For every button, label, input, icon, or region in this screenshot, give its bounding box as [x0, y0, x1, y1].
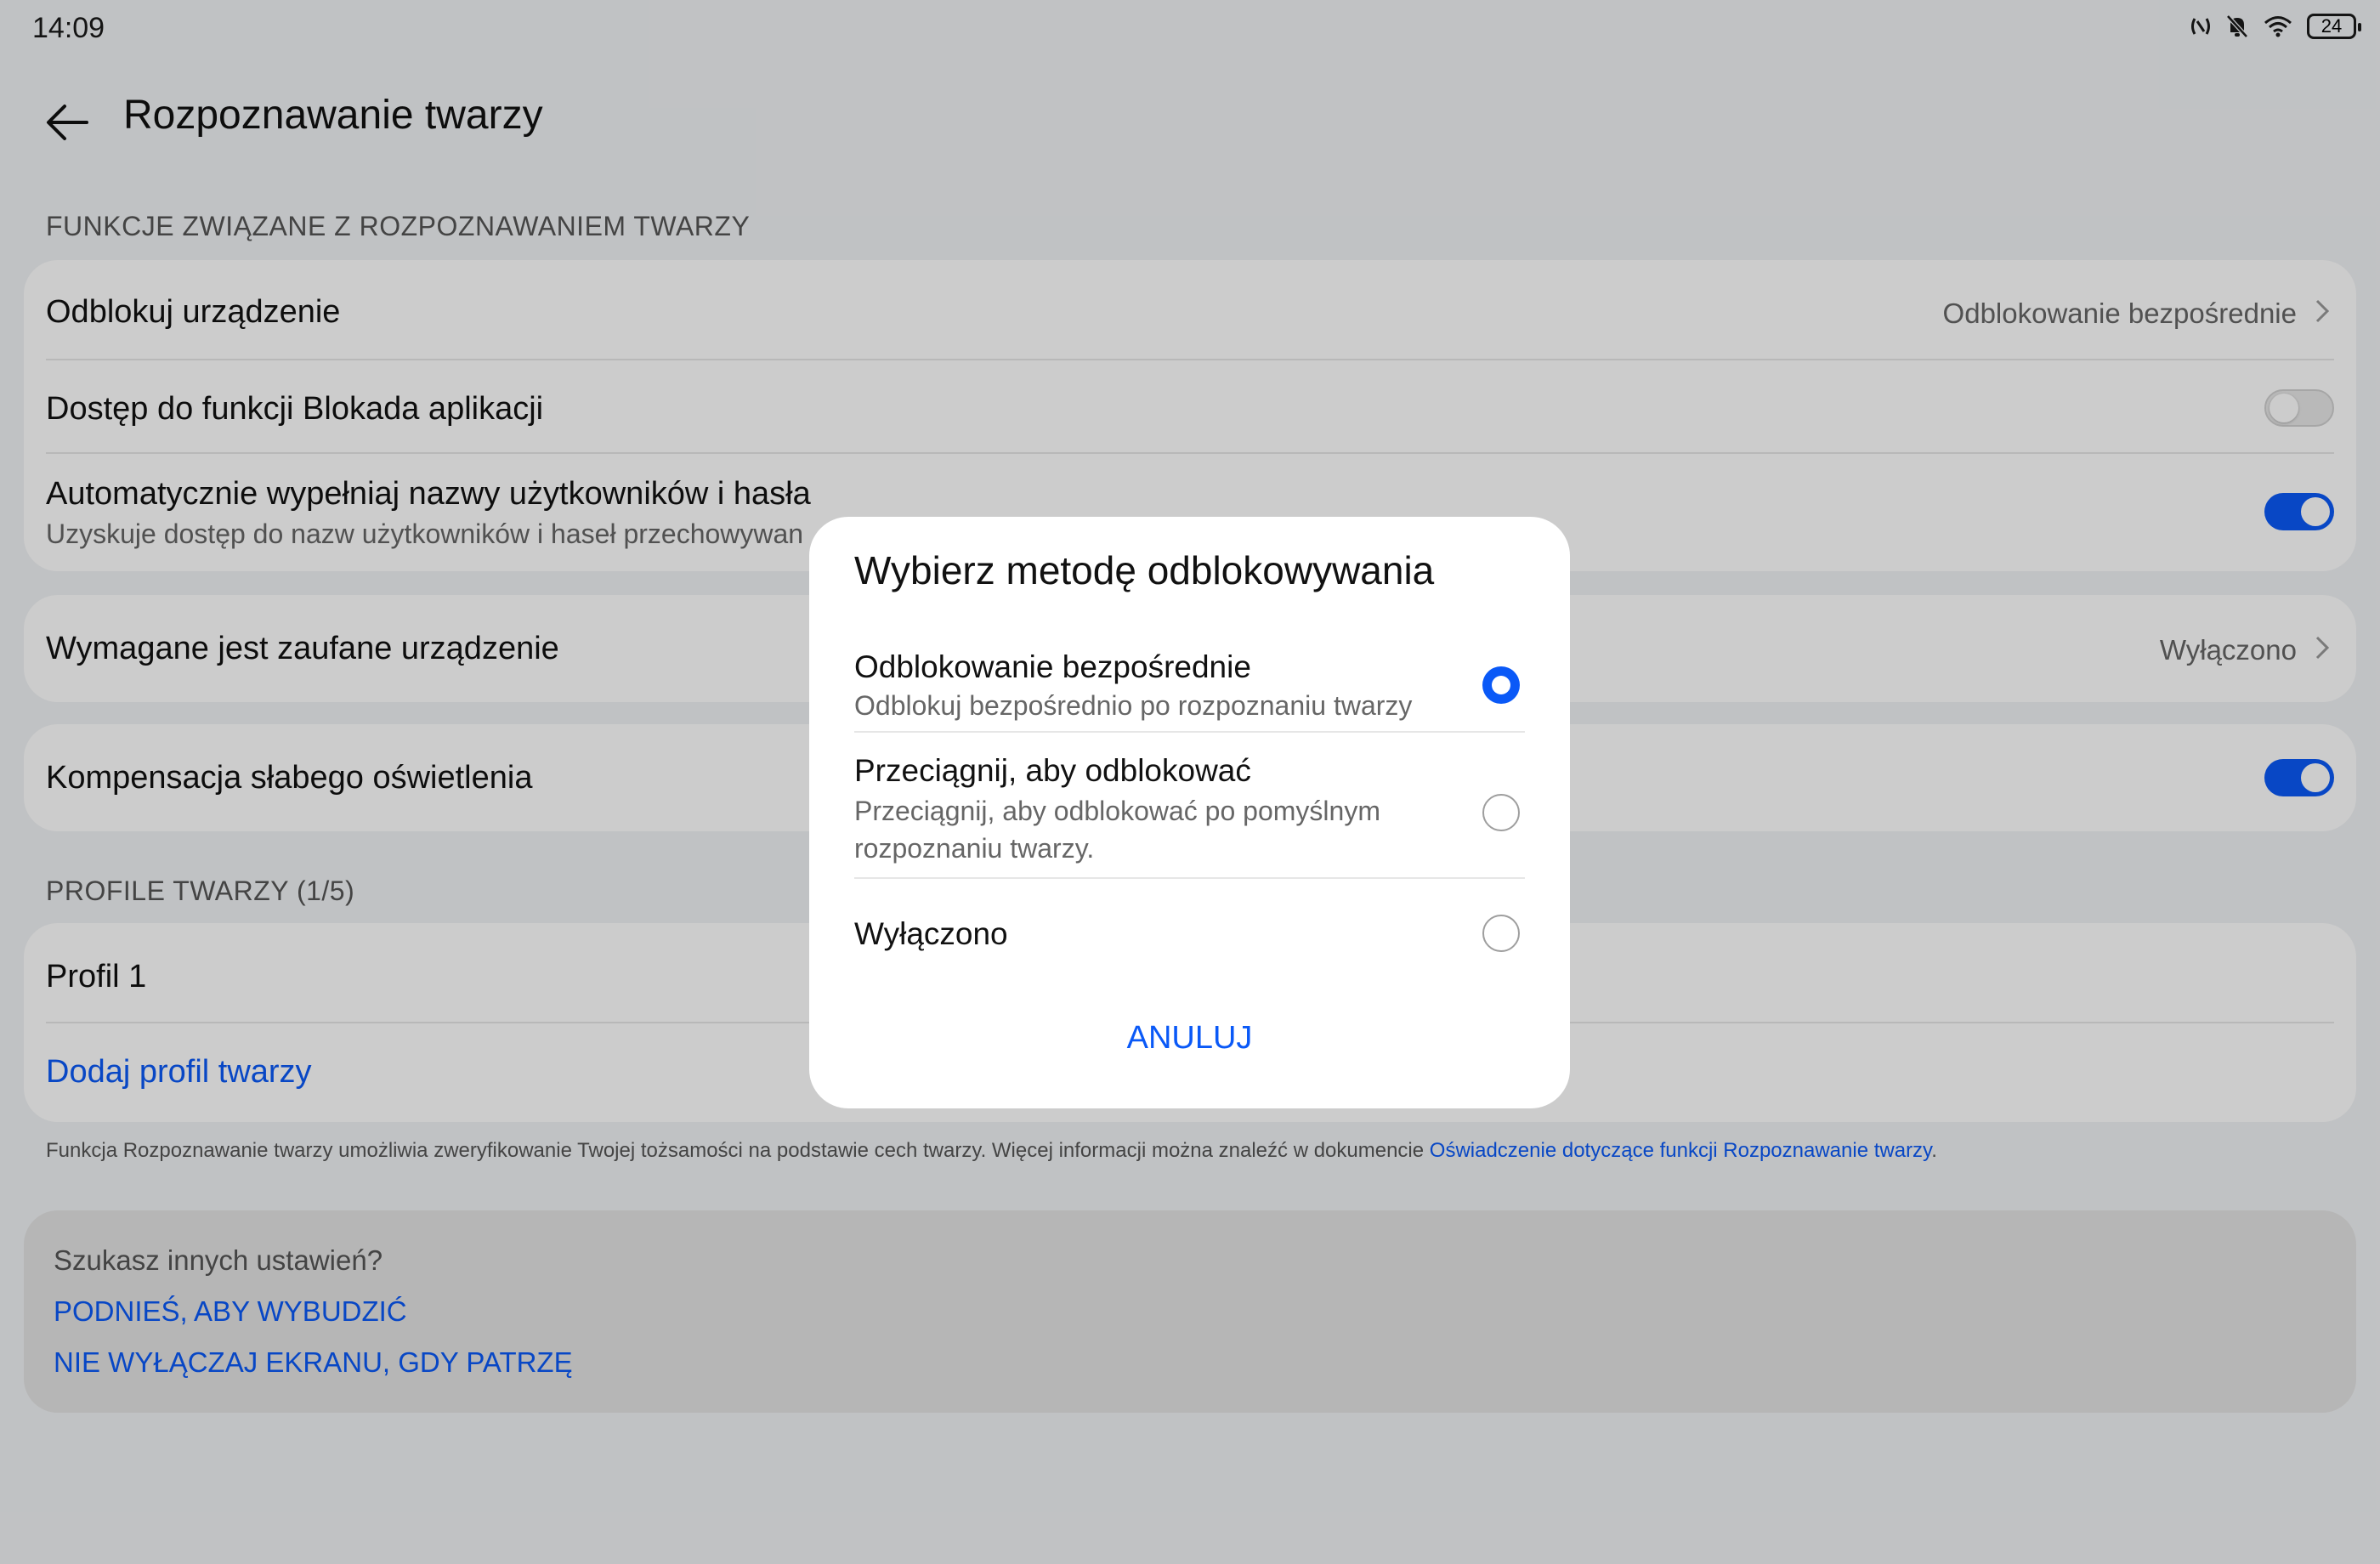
option-subtitle: Przeciągnij, aby odblokować po pomyślnym… — [854, 796, 1380, 864]
cancel-button[interactable]: ANULUJ — [809, 1008, 1570, 1068]
option-title: Przeciągnij, aby odblokować — [854, 753, 1251, 788]
option-title: Odblokowanie bezpośrednie — [854, 649, 1251, 684]
option-title: Wyłączono — [854, 916, 1008, 951]
option-swipe-unlock[interactable]: Przeciągnij, aby odblokować Przeciągnij,… — [854, 748, 1525, 884]
radio-unselected[interactable] — [1482, 794, 1520, 831]
divider — [854, 877, 1525, 879]
unlock-method-dialog: Wybierz metodę odblokowywania Odblokowan… — [809, 517, 1570, 1108]
option-direct-unlock[interactable]: Odblokowanie bezpośrednie Odblokuj bezpo… — [854, 641, 1525, 738]
option-disabled[interactable]: Wyłączono — [854, 887, 1525, 981]
radio-unselected[interactable] — [1482, 915, 1520, 952]
option-subtitle: Odblokuj bezpośrednio po rozpoznaniu twa… — [854, 690, 1413, 721]
radio-selected[interactable] — [1482, 666, 1520, 704]
dialog-title: Wybierz metodę odblokowywania — [854, 548, 1435, 592]
divider — [854, 731, 1525, 733]
